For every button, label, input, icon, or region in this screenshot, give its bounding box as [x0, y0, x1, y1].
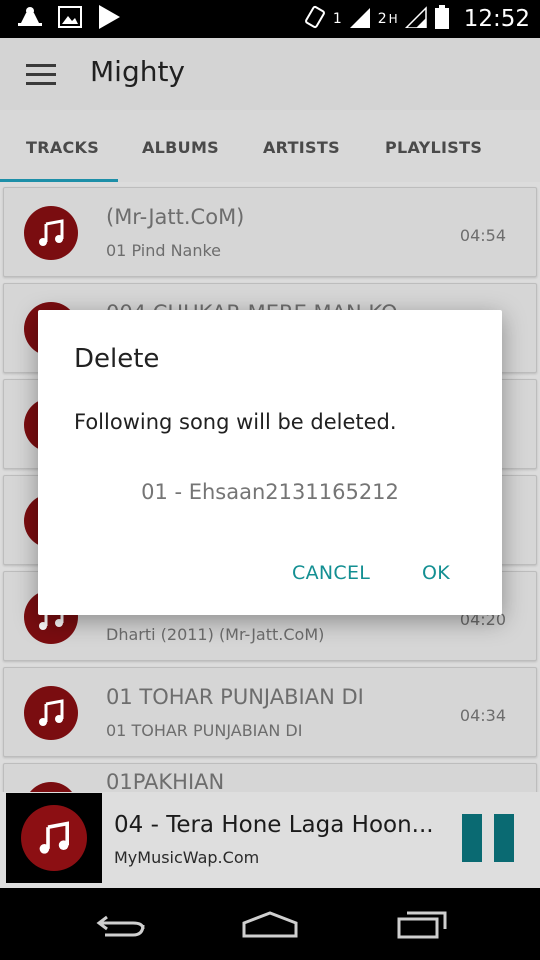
sim2-label: 2: [377, 11, 387, 27]
dialog-message: Following song will be deleted.: [74, 410, 397, 434]
battery-icon: [434, 5, 450, 33]
dialog-title: Delete: [74, 344, 160, 374]
clock: 12:52: [463, 6, 530, 32]
cancel-button[interactable]: CANCEL: [292, 562, 370, 584]
back-icon[interactable]: [90, 906, 150, 942]
signal-icon-2: [403, 6, 428, 32]
play-store-icon: [96, 4, 122, 34]
delete-dialog: Delete Following song will be deleted. 0…: [38, 310, 502, 615]
image-icon: [58, 6, 82, 32]
android-debug-icon: [16, 5, 44, 33]
signal-icon: [348, 6, 372, 32]
vibrate-icon: [303, 5, 327, 33]
sim1-label: 1: [332, 11, 342, 27]
ok-button[interactable]: OK: [422, 562, 450, 584]
home-icon[interactable]: [240, 906, 300, 942]
navigation-bar: [0, 888, 540, 960]
status-bar: 1 2 H 12:52: [0, 0, 540, 38]
dialog-song-name: 01 - Ehsaan2131165212: [141, 480, 399, 504]
network-type-label: H: [388, 12, 398, 26]
recent-apps-icon[interactable]: [392, 906, 452, 942]
